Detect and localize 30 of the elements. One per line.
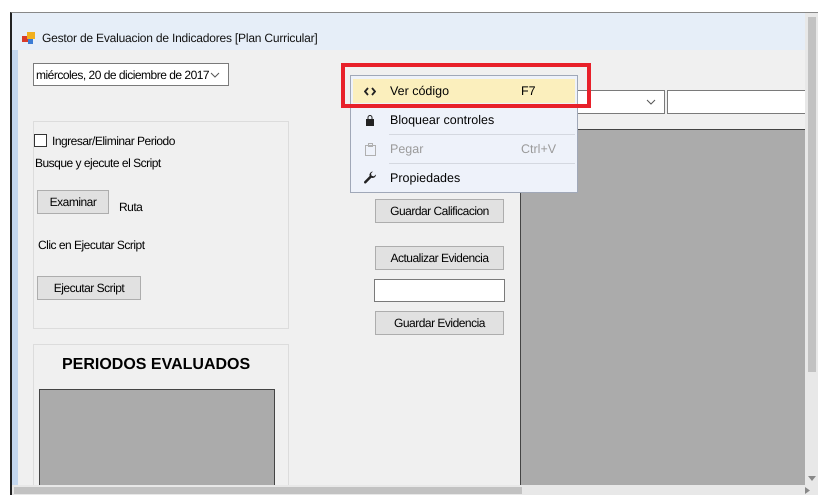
instruction-label: Clic en Ejecutar Script	[38, 238, 145, 252]
clipboard-icon	[364, 142, 376, 156]
date-picker[interactable]: miércoles, 20 de diciembre de 2017	[33, 63, 229, 86]
scroll-down-arrow-icon[interactable]	[808, 476, 816, 481]
scroll-right-arrow-icon[interactable]	[805, 487, 810, 494]
window-title: Gestor de Evaluacion de Indicadores [Plan Curricular]	[42, 31, 318, 45]
instruction-label: Busque y ejecute el Script	[35, 156, 161, 170]
run-script-button[interactable]: Ejecutar Script	[37, 276, 141, 300]
action-button[interactable]: Actualizar Evidencia	[375, 246, 504, 270]
horizontal-scrollbar[interactable]	[12, 485, 818, 495]
text-field[interactable]	[374, 279, 505, 302]
browse-button[interactable]: Examinar	[37, 190, 109, 214]
checkbox[interactable]	[34, 134, 47, 147]
wrench-icon	[363, 171, 377, 185]
checkbox-label: Ingresar/Eliminar Periodo	[52, 134, 175, 148]
action-button[interactable]: Guardar Evidencia	[375, 311, 504, 335]
code-brackets-icon	[364, 86, 376, 96]
action-button[interactable]: Guardar Calificacion	[375, 199, 504, 223]
menu-item[interactable]: Propiedades	[353, 166, 575, 190]
dropdown-chevron-icon	[210, 72, 220, 78]
lock-icon	[366, 114, 374, 126]
menu-item[interactable]: Bloquear controles	[353, 108, 575, 132]
date-value: miércoles, 20 de diciembre de 2017	[36, 68, 210, 82]
menu-item[interactable]: Ver código F7	[353, 79, 575, 103]
group-title: PERIODOS EVALUADOS	[62, 356, 250, 374]
dropdown-chevron-icon	[646, 99, 656, 105]
path-label: Ruta	[119, 200, 142, 214]
app-icon	[22, 32, 35, 44]
vertical-scrollbar[interactable]	[805, 13, 818, 485]
text-field[interactable]	[667, 90, 806, 114]
